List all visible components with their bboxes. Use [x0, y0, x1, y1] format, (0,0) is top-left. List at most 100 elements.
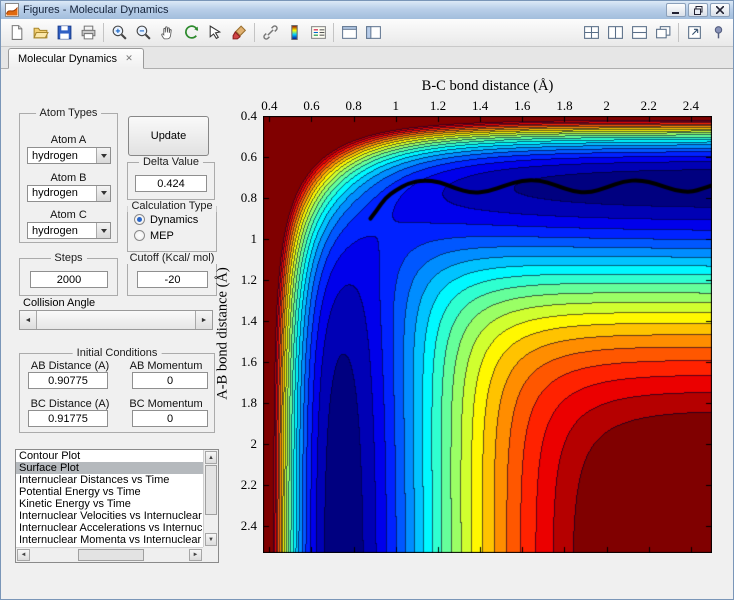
split-left-right-button[interactable] [603, 21, 627, 45]
close-icon [716, 6, 724, 14]
rotate-3d-button[interactable] [179, 21, 203, 45]
restore-icon [693, 5, 702, 15]
slider-left-arrow-icon[interactable] [20, 311, 37, 329]
scroll-up-icon[interactable] [205, 451, 217, 464]
scroll-down-icon[interactable] [205, 533, 217, 546]
zoom-out-button[interactable] [131, 21, 155, 45]
atom-dropdown-value: hydrogen [32, 224, 78, 237]
toolbar-separator [333, 23, 334, 42]
undock-button[interactable] [682, 21, 706, 45]
atom-dropdown[interactable]: hydrogen [27, 222, 111, 239]
tab-close-icon[interactable] [124, 54, 134, 64]
delta-value-field[interactable] [135, 175, 207, 192]
init-field-input[interactable] [132, 372, 208, 389]
new-figure-icon [8, 24, 25, 41]
insert-colorbar-button[interactable] [282, 21, 306, 45]
split-left-right-icon [607, 24, 624, 41]
print-figure-button[interactable] [76, 21, 100, 45]
vertical-scrollbar[interactable] [203, 450, 218, 547]
close-button[interactable] [710, 3, 730, 17]
dropdown-arrow-icon[interactable] [96, 148, 110, 163]
show-plot-tools-button[interactable] [361, 21, 385, 45]
horizontal-scrollbar[interactable] [16, 547, 203, 562]
data-cursor-icon [207, 24, 224, 41]
x-axis-title: B-C bond distance (Å) [421, 78, 554, 94]
list-item[interactable]: Internuclear Velocities vs Internuclear … [16, 510, 203, 522]
window-title: Figures - Molecular Dynamics [23, 4, 169, 16]
pin-icon [710, 24, 727, 41]
link-plot-icon [262, 24, 279, 41]
delta-value-group: Delta Value [127, 156, 215, 200]
slider-thumb[interactable] [37, 311, 195, 329]
brush-data-button[interactable] [227, 21, 251, 45]
list-item[interactable]: Internuclear Accelerations vs Internucle… [16, 522, 203, 534]
horizontal-scroll-thumb[interactable] [78, 549, 144, 561]
collision-angle-slider[interactable] [19, 310, 213, 330]
atom-dropdown[interactable]: hydrogen [27, 147, 111, 164]
radio-label: Dynamics [150, 213, 199, 226]
hide-plot-tools-button[interactable] [337, 21, 361, 45]
init-field-input[interactable] [132, 410, 208, 427]
data-cursor-button[interactable] [203, 21, 227, 45]
tile-all-button[interactable] [579, 21, 603, 45]
atom-dropdown[interactable]: hydrogen [27, 184, 111, 202]
open-file-icon [32, 24, 49, 41]
y-tick-label: 2.2 [240, 477, 257, 493]
toolbar-separator [678, 23, 679, 42]
link-plot-button[interactable] [258, 21, 282, 45]
list-item[interactable]: Potential Energy vs Time [16, 486, 203, 498]
open-file-button[interactable] [28, 21, 52, 45]
undock-icon [686, 24, 703, 41]
x-tick-label: 1 [392, 98, 400, 113]
radio-icon [134, 214, 145, 225]
delta-value-legend: Delta Value [138, 156, 204, 168]
cutoff-field[interactable] [137, 271, 208, 288]
list-item[interactable]: Internuclear Distances vs Time [16, 474, 203, 486]
split-top-bottom-button[interactable] [627, 21, 651, 45]
maximize-button[interactable] [688, 3, 708, 17]
zoom-out-icon [135, 24, 152, 41]
y-tick-label: 0.6 [240, 149, 257, 165]
pan-icon [159, 24, 176, 41]
cutoff-legend: Cutoff (Kcal/ mol) [125, 252, 219, 264]
tab-bar: Molecular Dynamics [1, 47, 733, 69]
slider-right-arrow-icon[interactable] [195, 311, 212, 329]
figures-window: Figures - Molecular Dynamics Molecular D… [0, 0, 734, 600]
hide-plot-tools-icon [341, 24, 358, 41]
list-item[interactable]: Contour Plot [16, 450, 203, 462]
init-field-label: BC Distance (A) [30, 398, 110, 410]
save-figure-button[interactable] [52, 21, 76, 45]
x-tick-label: 2.4 [682, 98, 700, 113]
steps-group: Steps [19, 252, 118, 296]
pan-button[interactable] [155, 21, 179, 45]
radio-option-dynamics[interactable]: Dynamics [134, 213, 198, 226]
split-top-bottom-icon [631, 24, 648, 41]
scroll-right-icon[interactable] [189, 549, 202, 561]
dropdown-arrow-icon[interactable] [96, 185, 110, 201]
float-windows-button[interactable] [651, 21, 675, 45]
figure-toolbar [1, 19, 733, 47]
list-item[interactable]: Surface Plot [16, 462, 203, 474]
x-tick-label: 1.6 [514, 98, 531, 113]
minimize-button[interactable] [666, 3, 686, 17]
radio-option-mep[interactable]: MEP [134, 229, 174, 242]
toolbar-left [4, 21, 385, 45]
scroll-left-icon[interactable] [17, 549, 30, 561]
init-field-input[interactable] [28, 372, 108, 389]
list-item[interactable]: Internuclear Momenta vs Internuclear Dis… [16, 534, 203, 546]
y-tick-label: 1.8 [240, 395, 257, 411]
update-button[interactable]: Update [128, 116, 209, 156]
contour-plot-canvas[interactable] [263, 116, 712, 553]
init-field-label: AB Momentum [129, 360, 203, 372]
new-figure-button[interactable] [4, 21, 28, 45]
radio-icon [134, 230, 145, 241]
tab-molecular-dynamics[interactable]: Molecular Dynamics [8, 48, 145, 69]
titlebar[interactable]: Figures - Molecular Dynamics [1, 1, 733, 19]
list-item[interactable]: Kinetic Energy vs Time [16, 498, 203, 510]
init-field-input[interactable] [28, 410, 108, 427]
insert-legend-button[interactable] [306, 21, 330, 45]
dropdown-arrow-icon[interactable] [96, 223, 110, 238]
zoom-in-button[interactable] [107, 21, 131, 45]
pin-button[interactable] [706, 21, 730, 45]
steps-field[interactable] [30, 271, 108, 288]
